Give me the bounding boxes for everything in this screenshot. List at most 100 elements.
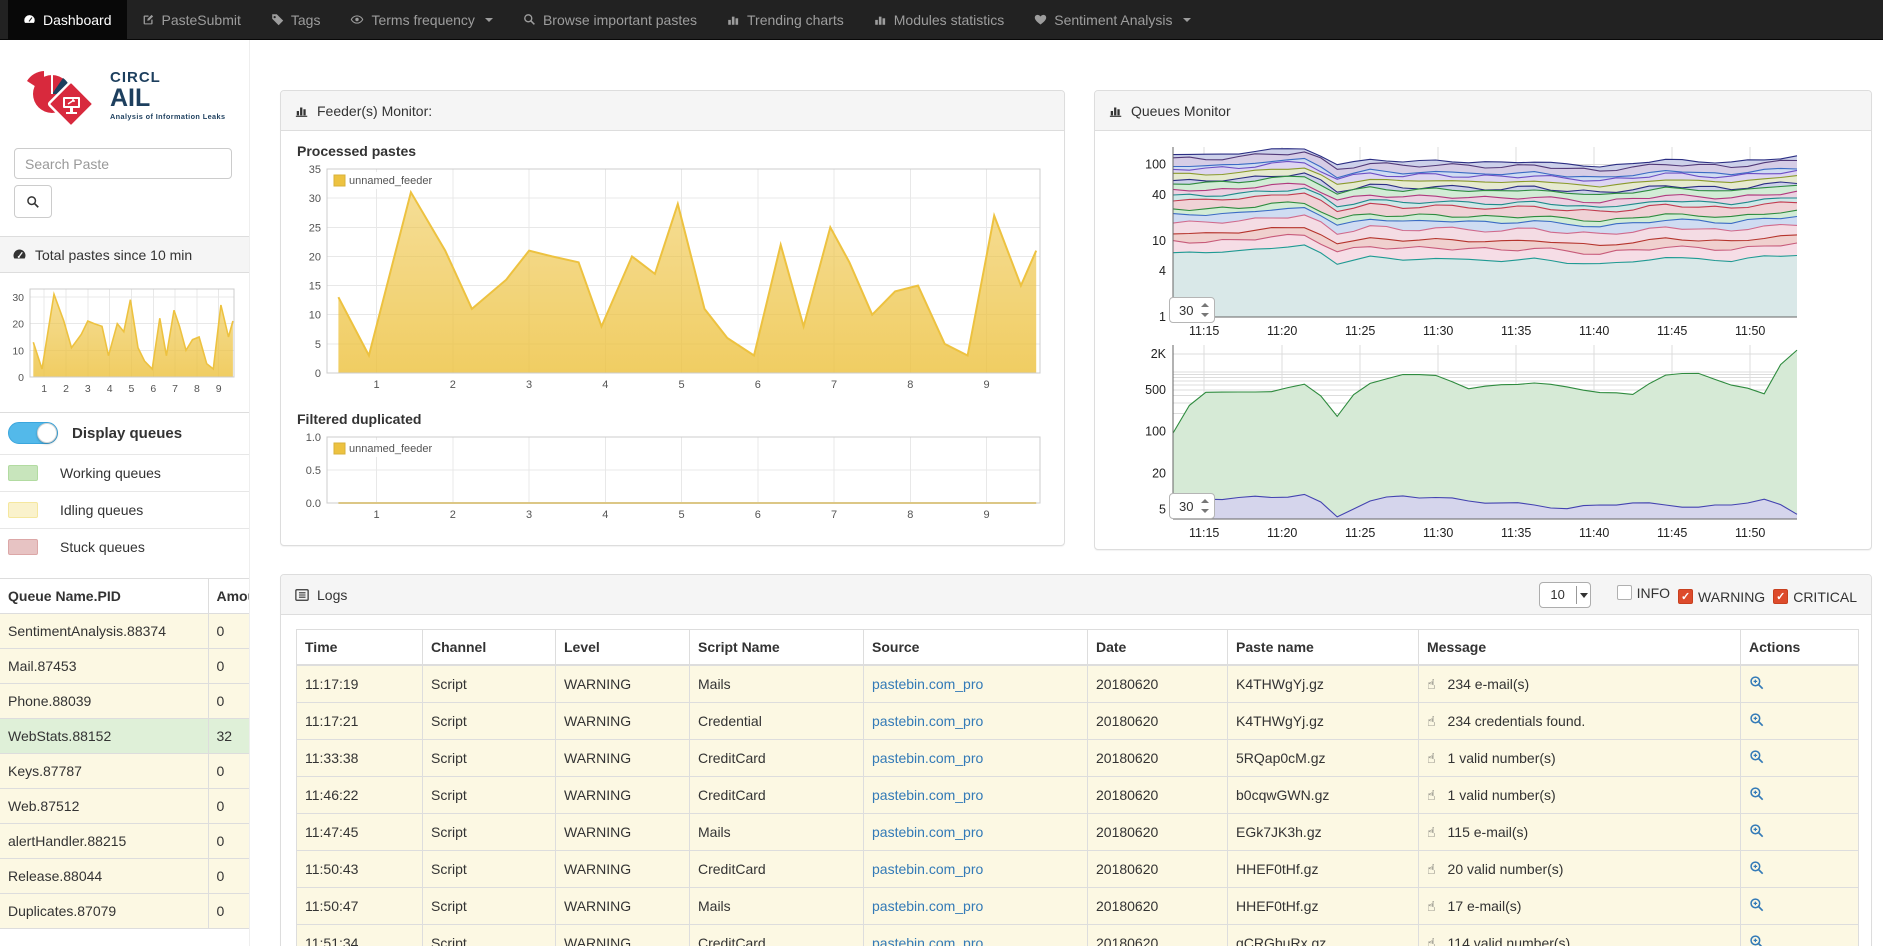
search-plus-icon[interactable] [1749, 934, 1764, 946]
queue-row[interactable]: SentimentAnalysis.883740 [0, 614, 250, 649]
display-queues-label: Display queues [72, 425, 182, 442]
svg-text:40: 40 [1152, 188, 1166, 202]
svg-text:0: 0 [315, 368, 321, 380]
source-link[interactable]: pastebin.com_pro [872, 750, 983, 766]
queue-table-header-amount: Amount [208, 579, 250, 614]
queue-name: alertHandler.88215 [0, 824, 208, 859]
log-actions [1741, 925, 1859, 946]
svg-text:20: 20 [12, 319, 24, 331]
queues-window-spinner-bottom[interactable]: 30 [1169, 493, 1215, 519]
filter-warning[interactable]: WARNING [1678, 589, 1765, 605]
nav-item-pastesubmit[interactable]: PasteSubmit [127, 0, 256, 39]
svg-text:0: 0 [18, 372, 24, 384]
source-link[interactable]: pastebin.com_pro [872, 861, 983, 877]
log-actions [1741, 851, 1859, 888]
queue-row[interactable]: WebStats.8815232 [0, 719, 250, 754]
critical-checkbox[interactable] [1773, 589, 1788, 604]
info-checkbox[interactable] [1617, 585, 1632, 600]
svg-text:11:50: 11:50 [1735, 526, 1765, 540]
log-row: 11:33:38ScriptWARNINGCreditCardpastebin.… [297, 740, 1859, 777]
feeder-monitor-title: Feeder(s) Monitor: [317, 103, 432, 119]
search-plus-icon[interactable] [1749, 749, 1764, 767]
spinner-value: 30 [1170, 499, 1199, 514]
logs-title: Logs [317, 587, 347, 603]
search-button[interactable] [14, 185, 52, 218]
spinner-arrows-icon[interactable] [1199, 301, 1211, 319]
source-link[interactable]: pastebin.com_pro [872, 898, 983, 914]
search-icon [26, 195, 40, 209]
log-source: pastebin.com_pro [864, 740, 1088, 777]
svg-text:4: 4 [602, 509, 608, 521]
idling-swatch [8, 502, 38, 518]
queue-row[interactable]: Mail.874530 [0, 649, 250, 684]
queue-row[interactable]: Web.875120 [0, 789, 250, 824]
svg-text:10: 10 [1152, 234, 1166, 248]
nav-item-sentiment-analysis[interactable]: Sentiment Analysis [1019, 0, 1205, 39]
queue-row[interactable]: Release.880440 [0, 859, 250, 894]
total-pastes-heading: Total pastes since 10 min [0, 237, 250, 273]
svg-text:1: 1 [1159, 310, 1166, 324]
svg-text:15: 15 [309, 281, 321, 293]
caret-down-icon [1183, 18, 1191, 22]
queue-row[interactable]: Phone.880390 [0, 684, 250, 719]
log-script: CreditCard [690, 740, 864, 777]
queue-row[interactable]: Keys.877870 [0, 754, 250, 789]
filter-info[interactable]: INFO [1617, 585, 1670, 601]
log-actions [1741, 888, 1859, 925]
nav-item-tags[interactable]: Tags [256, 0, 336, 39]
nav-item-modules-statistics[interactable]: Modules statistics [859, 0, 1019, 39]
log-script: CreditCard [690, 777, 864, 814]
source-link[interactable]: pastebin.com_pro [872, 676, 983, 692]
svg-text:2: 2 [450, 379, 456, 391]
log-row: 11:51:34ScriptWARNINGCreditCardpastebin.… [297, 925, 1859, 946]
queues-window-spinner-top[interactable]: 30 [1169, 297, 1215, 323]
source-link[interactable]: pastebin.com_pro [872, 824, 983, 840]
logs-header-script-name: Script Name [690, 630, 864, 666]
bar-chart-icon [874, 13, 887, 26]
filtered-duplicated-title: Filtered duplicated [297, 411, 1064, 427]
filter-critical[interactable]: CRITICAL [1773, 589, 1857, 605]
log-script: CreditCard [690, 925, 864, 946]
search-paste-input[interactable] [14, 148, 232, 179]
log-row: 11:17:21ScriptWARNINGCredentialpastebin.… [297, 703, 1859, 740]
nav-item-trending-charts[interactable]: Trending charts [712, 0, 859, 39]
svg-text:9: 9 [984, 379, 990, 391]
source-link[interactable]: pastebin.com_pro [872, 935, 983, 946]
svg-text:0.5: 0.5 [306, 465, 321, 477]
spinner-arrows-icon[interactable] [1199, 497, 1211, 515]
nav-item-terms-frequency[interactable]: Terms frequency [335, 0, 507, 39]
log-time: 11:51:34 [297, 925, 423, 946]
nav-item-label: Terms frequency [371, 12, 474, 28]
log-actions [1741, 777, 1859, 814]
search-plus-icon[interactable] [1749, 897, 1764, 915]
search-plus-icon[interactable] [1749, 675, 1764, 693]
source-link[interactable]: pastebin.com_pro [872, 787, 983, 803]
log-date: 20180620 [1088, 665, 1228, 703]
search-plus-icon[interactable] [1749, 786, 1764, 804]
display-queues-toggle[interactable] [8, 422, 58, 444]
nav-item-dashboard[interactable]: Dashboard [8, 0, 127, 39]
search-plus-icon[interactable] [1749, 823, 1764, 841]
log-source: pastebin.com_pro [864, 888, 1088, 925]
source-link[interactable]: pastebin.com_pro [872, 713, 983, 729]
nav-item-browse-important-pastes[interactable]: Browse important pastes [508, 0, 712, 39]
svg-text:9: 9 [984, 509, 990, 521]
queue-amount: 32 [208, 719, 250, 754]
log-paste-name: HHEF0tHf.gz [1228, 888, 1419, 925]
queue-row[interactable]: Duplicates.870790 [0, 894, 250, 929]
log-level: WARNING [556, 888, 690, 925]
queue-name: Release.88044 [0, 859, 208, 894]
nav-item-label: PasteSubmit [162, 12, 241, 28]
page-size-select[interactable]: 10 [1539, 582, 1591, 608]
queue-name: Mail.87453 [0, 649, 208, 684]
search-plus-icon[interactable] [1749, 712, 1764, 730]
queue-row[interactable]: alertHandler.882150 [0, 824, 250, 859]
svg-text:1.0: 1.0 [306, 433, 321, 444]
svg-text:4: 4 [107, 383, 113, 395]
search-plus-icon[interactable] [1749, 860, 1764, 878]
queues-monitor-title: Queues Monitor [1131, 103, 1231, 119]
warning-checkbox[interactable] [1678, 589, 1693, 604]
ail-logo: CIRCL AIL Analysis of Information Leaks [22, 64, 225, 126]
svg-text:11:45: 11:45 [1657, 324, 1687, 338]
svg-text:11:35: 11:35 [1501, 324, 1531, 338]
